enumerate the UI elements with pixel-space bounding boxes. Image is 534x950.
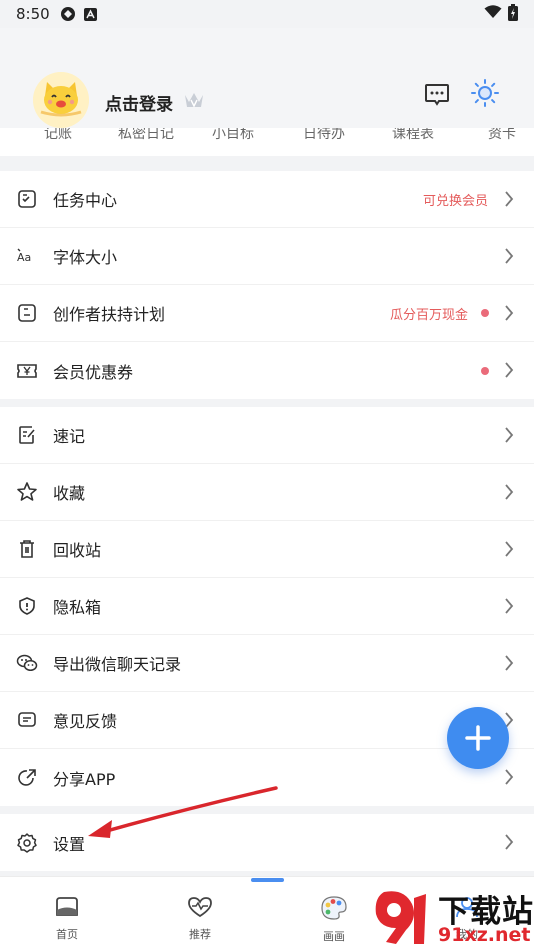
profile-header: 点击登录 <box>0 28 534 138</box>
menu-item-label: 回收站 <box>53 541 102 560</box>
menu-item-quick-note[interactable]: 速记 <box>0 407 534 464</box>
coupon-icon <box>16 360 38 382</box>
red-dot-badge <box>481 309 489 317</box>
svg-text:Aa: Aa <box>17 251 31 264</box>
font-size-icon: Aa <box>16 245 38 267</box>
quick-link-item[interactable]: 资卡 <box>488 128 516 144</box>
quick-note-icon <box>16 424 38 446</box>
menu-item-label: 会员优惠券 <box>53 362 134 382</box>
promo-tag: 可兑换会员 <box>422 193 488 209</box>
chevron-right-icon <box>504 540 514 562</box>
menu-item-settings[interactable]: 设置 <box>0 814 534 871</box>
chevron-right-icon <box>504 483 514 505</box>
chevron-right-icon <box>504 833 514 855</box>
wifi-icon <box>484 5 502 23</box>
cat-avatar-icon <box>33 72 89 128</box>
creator-icon <box>16 302 38 324</box>
watermark-url: 91xz.net <box>438 924 531 946</box>
menu-section-3: 设置 <box>0 814 534 871</box>
nav-recommend[interactable]: 推荐 <box>170 895 230 942</box>
quick-link-item[interactable]: 小目标 <box>212 128 254 144</box>
chevron-right-icon <box>504 768 514 790</box>
status-time: 8:50 <box>16 5 50 23</box>
menu-item-task-center[interactable]: 任务中心 可兑换会员 <box>0 171 534 228</box>
nav-indicator <box>251 878 284 882</box>
menu-item-label: 收藏 <box>53 484 86 503</box>
notification-a-icon <box>83 7 97 21</box>
promo-tag: 瓜分百万现金 <box>389 307 468 323</box>
menu-item-privacy-box[interactable]: 隐私箱 <box>0 578 534 635</box>
battery-icon <box>508 3 518 25</box>
sun-theme-icon[interactable] <box>470 78 500 112</box>
menu-section-1: 任务中心 可兑换会员 Aa 字体大小 创作者扶持计划 瓜分百万现金 会员优惠券 <box>0 171 534 399</box>
menu-item-label: 创作者扶持计划 <box>53 305 166 324</box>
status-bar: 8:50 <box>0 0 534 28</box>
home-icon <box>56 897 78 916</box>
trash-icon <box>16 538 38 560</box>
nav-label: 推荐 <box>189 928 211 941</box>
feedback-icon <box>16 709 38 731</box>
quick-link-item[interactable]: 私密日记 <box>118 128 174 144</box>
app-status-icon <box>60 6 76 22</box>
nav-drawing[interactable]: 画画 <box>304 895 364 944</box>
avatar[interactable] <box>33 72 89 128</box>
chevron-right-icon <box>504 247 514 269</box>
chevron-right-icon <box>504 361 514 383</box>
shield-icon <box>16 595 38 617</box>
share-icon <box>16 767 38 789</box>
menu-item-label: 分享APP <box>53 769 116 789</box>
chevron-right-icon <box>504 426 514 448</box>
star-icon <box>16 481 38 503</box>
nav-label: 首页 <box>56 928 78 941</box>
chevron-right-icon <box>504 190 514 212</box>
chevron-right-icon <box>504 654 514 676</box>
nav-label: 画画 <box>323 930 345 943</box>
menu-item-label: 导出微信聊天记录 <box>53 655 182 674</box>
heart-pulse-icon <box>188 897 212 918</box>
palette-icon <box>321 896 347 920</box>
login-link[interactable]: 点击登录 <box>105 90 173 115</box>
menu-item-label: 任务中心 <box>53 191 118 210</box>
quick-links-row: 记账 私密日记 小目标 日待办 课程表 资卡 <box>0 128 534 156</box>
vip-crown-icon <box>183 90 205 114</box>
menu-item-export-wechat[interactable]: 导出微信聊天记录 <box>0 635 534 692</box>
menu-item-label: 字体大小 <box>53 248 118 267</box>
quick-link-item[interactable]: 记账 <box>44 128 72 144</box>
red-dot-badge <box>481 366 489 375</box>
wechat-icon <box>16 652 38 674</box>
task-icon <box>16 188 38 210</box>
menu-item-font-size[interactable]: Aa 字体大小 <box>0 228 534 285</box>
menu-item-label: 隐私箱 <box>53 598 102 617</box>
plus-icon <box>465 725 491 751</box>
chevron-right-icon <box>504 597 514 619</box>
quick-link-item[interactable]: 课程表 <box>392 128 434 144</box>
nav-home[interactable]: 首页 <box>37 895 97 942</box>
gear-icon <box>16 832 38 854</box>
message-icon[interactable] <box>424 83 450 111</box>
menu-item-vip-coupon[interactable]: 会员优惠券 <box>0 342 534 399</box>
quick-link-item[interactable]: 日待办 <box>303 128 345 144</box>
chevron-right-icon <box>504 304 514 326</box>
menu-item-label: 意见反馈 <box>53 712 118 731</box>
menu-item-favorites[interactable]: 收藏 <box>0 464 534 521</box>
menu-item-label: 速记 <box>53 427 86 446</box>
menu-item-creator-plan[interactable]: 创作者扶持计划 瓜分百万现金 <box>0 285 534 342</box>
menu-item-label: 设置 <box>53 834 86 854</box>
menu-item-recycle-bin[interactable]: 回收站 <box>0 521 534 578</box>
add-button[interactable] <box>447 707 509 769</box>
